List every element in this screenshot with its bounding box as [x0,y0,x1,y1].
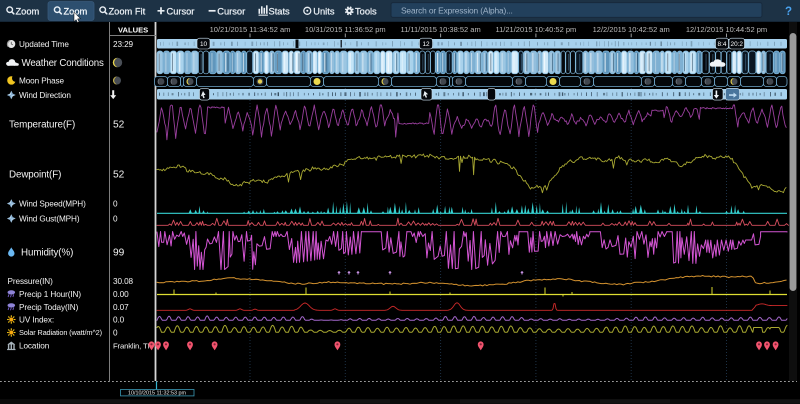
svg-text:Search or Expression (Alpha)..: Search or Expression (Alpha)... [401,5,513,15]
svg-text:Weather Conditions: Weather Conditions [22,58,105,69]
svg-text:20:2: 20:2 [731,41,744,48]
svg-text:Precip Today(IN): Precip Today(IN) [19,303,79,312]
svg-text:?: ? [785,6,792,18]
svg-text:12: 12 [422,41,430,48]
svg-text:Temperature(F): Temperature(F) [9,120,75,131]
svg-text:Precip 1 Hour(IN): Precip 1 Hour(IN) [19,290,81,299]
svg-text:52: 52 [113,120,125,131]
svg-text:Wind Speed(MPH): Wind Speed(MPH) [19,200,86,209]
svg-text:Humidity(%): Humidity(%) [21,248,73,259]
svg-text:UV Index:: UV Index: [19,316,54,325]
svg-text:12/12/2015 10:44:52 pm: 12/12/2015 10:44:52 pm [686,25,767,34]
svg-text:30.08: 30.08 [113,277,134,286]
svg-text:0: 0 [113,329,118,338]
svg-text:99: 99 [113,248,125,259]
svg-text:Units: Units [313,6,335,16]
svg-text:Zoom: Zoom [16,6,40,16]
svg-text:Zoom Fit: Zoom Fit [109,6,146,16]
svg-text:0.00: 0.00 [113,290,129,299]
svg-text:Dewpoint(F): Dewpoint(F) [9,170,61,181]
svg-text:Stats: Stats [269,6,291,16]
svg-text:10: 10 [200,41,208,48]
svg-text:52: 52 [113,170,125,181]
svg-text:23:29: 23:29 [113,40,134,49]
svg-text:Franklin, TN: Franklin, TN [113,341,153,350]
svg-text:Wind Gust(MPH): Wind Gust(MPH) [19,215,80,224]
svg-text:Moon Phase: Moon Phase [19,77,65,86]
svg-text:11/21/2015 10:40:52 pm: 11/21/2015 10:40:52 pm [496,25,577,34]
svg-text:Solar Radiation (watt/m^2): Solar Radiation (watt/m^2) [19,328,102,337]
svg-text:Pressure(IN): Pressure(IN) [8,277,54,286]
svg-text:Tools: Tools [355,6,377,16]
svg-text:12/2/2015 10:42:52 am: 12/2/2015 10:42:52 am [593,25,670,34]
svg-text:Updated Time: Updated Time [19,40,69,49]
svg-text:0.0: 0.0 [113,316,125,325]
svg-text:Location: Location [19,342,50,351]
svg-text:8:4: 8:4 [718,41,727,48]
svg-text:10/31/2015 11:36:52 pm: 10/31/2015 11:36:52 pm [305,25,386,34]
svg-text:0: 0 [113,215,118,224]
svg-text:0.07: 0.07 [113,303,129,312]
svg-text:10/21/2015 11:34:52 am: 10/21/2015 11:34:52 am [210,25,291,34]
svg-text:11/11/2015 10:38:52 am: 11/11/2015 10:38:52 am [400,25,480,34]
svg-text:10/10/2015 11:32:53 pm: 10/10/2015 11:32:53 pm [128,391,187,397]
svg-text:Cursor: Cursor [217,6,245,16]
svg-text:Wind Direction: Wind Direction [19,91,71,100]
svg-text:Cursor: Cursor [167,6,195,16]
svg-text:0: 0 [113,200,118,209]
svg-text:VALUES: VALUES [118,26,148,35]
